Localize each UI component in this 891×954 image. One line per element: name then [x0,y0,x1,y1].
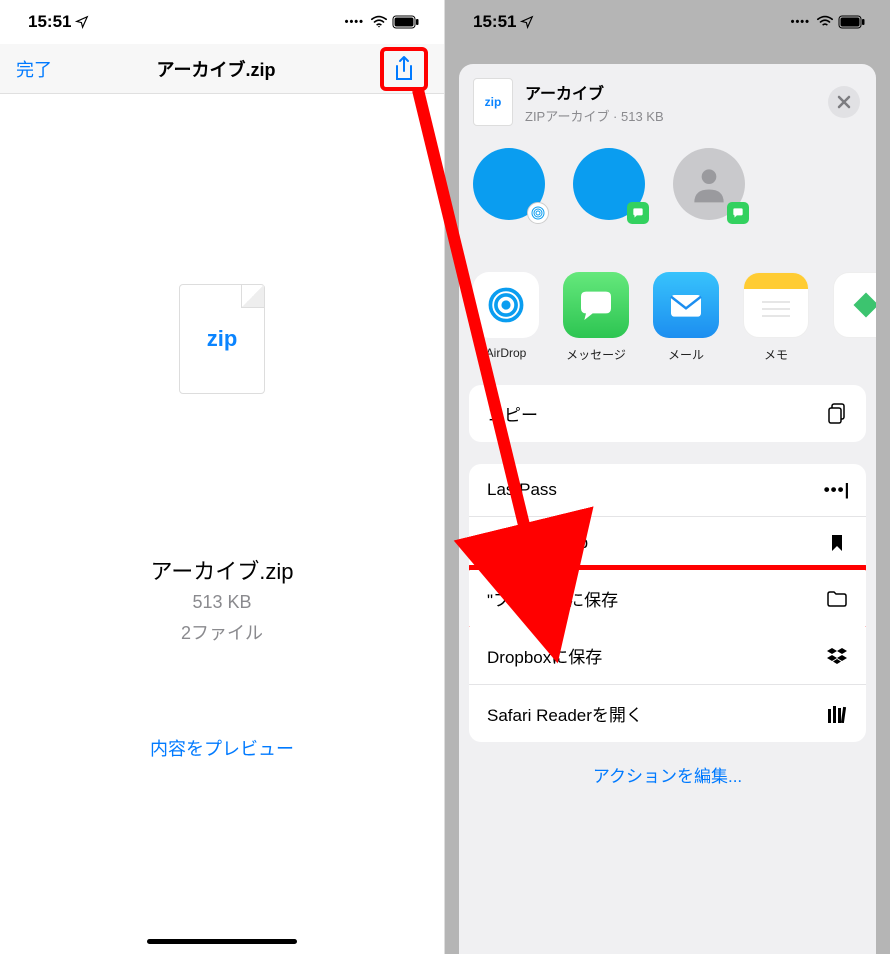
messages-badge-icon [627,202,649,224]
memo-icon [743,272,809,338]
done-button[interactable]: 完了 [16,56,52,82]
sheet-title: アーカイブ [525,80,664,104]
location-icon [75,15,89,29]
action-save-files-highlight[interactable]: "ファイル"に保存 [469,565,866,632]
folder-icon [826,591,848,607]
status-time: 15:51 [473,12,516,32]
action-group-main: LastPass •••| Save in Keep "ファイル"に保存 Dro… [469,464,866,742]
messages-icon [563,272,629,338]
close-button[interactable] [828,86,860,118]
contacts-row [459,140,876,224]
battery-icon [838,15,866,29]
status-time: 15:51 [28,12,71,32]
status-bar: 15:51 •••• [445,0,890,44]
share-sheet: zip アーカイブ ZIPアーカイブ · 513 KB [459,64,876,954]
extra-app-icon [833,272,876,338]
copy-icon [826,403,848,425]
action-group-copy: コピー [469,385,866,442]
file-body: zip アーカイブ.zip 513 KB 2ファイル 内容をプレビュー [0,94,444,761]
home-indicator[interactable] [147,939,297,944]
app-extra[interactable] [833,272,876,363]
action-safari-reader[interactable]: Safari Readerを開く [469,685,866,742]
app-messages[interactable]: メッセージ [563,272,629,363]
airdrop-badge-icon [527,202,549,224]
share-icon[interactable] [392,55,416,83]
file-count: 2ファイル [181,619,263,645]
wifi-icon [370,15,388,29]
person-icon [687,162,731,206]
bookmark-icon [826,534,848,552]
reader-icon [826,705,848,723]
nav-title: アーカイブ.zip [157,56,276,82]
messages-badge-icon [727,202,749,224]
action-label: LastPass [487,480,557,500]
zip-icon-label: zip [207,326,238,352]
action-copy[interactable]: コピー [469,385,866,442]
sheet-header: zip アーカイブ ZIPアーカイブ · 513 KB [459,64,876,140]
mail-icon [653,272,719,338]
wifi-icon [816,15,834,29]
app-label: AirDrop [486,346,527,360]
cell-dots-icon: •••• [791,16,810,28]
dropbox-icon [826,647,848,665]
zip-file-icon: zip [179,284,265,394]
nav-bar: 完了 アーカイブ.zip [0,44,444,94]
edit-actions-link[interactable]: アクションを編集... [459,742,876,807]
lastpass-icon: •••| [826,480,848,500]
zip-thumb-icon: zip [473,78,513,126]
action-label: Save in Keep [487,533,588,553]
app-label: メモ [764,346,788,363]
status-bar: 15:51 •••• [0,0,444,44]
apps-row: AirDrop メッセージ メール メモ [459,224,876,373]
action-label: "ファイル"に保存 [487,586,618,611]
contact-avatar[interactable] [673,148,745,220]
action-dropbox[interactable]: Dropboxに保存 [469,627,866,685]
screen-file-preview: 15:51 •••• 完了 アーカイブ.zip zip アーカイブ.zip 51… [0,0,445,954]
battery-icon [392,15,420,29]
sheet-subtitle: ZIPアーカイブ · 513 KB [525,106,664,125]
app-airdrop[interactable]: AirDrop [473,272,539,363]
preview-link[interactable]: 内容をプレビュー [150,735,294,761]
file-size: 513 KB [192,592,251,613]
screen-share-sheet: 15:51 •••• zip アーカイブ ZIPアーカイブ · 513 KB [445,0,890,954]
app-label: メッセージ [566,346,626,363]
app-memo[interactable]: メモ [743,272,809,363]
action-label: Safari Readerを開く [487,701,643,726]
cell-dots-icon: •••• [345,16,364,28]
app-mail[interactable]: メール [653,272,719,363]
contact-avatar[interactable] [573,148,645,220]
action-label: Dropboxに保存 [487,643,602,668]
action-keep[interactable]: Save in Keep [469,517,866,570]
app-label: メール [668,346,704,363]
location-icon [520,15,534,29]
contact-avatar[interactable] [473,148,545,220]
close-icon [837,95,851,109]
share-button-highlight [380,47,428,91]
action-label: コピー [487,401,538,426]
action-lastpass[interactable]: LastPass •••| [469,464,866,517]
airdrop-icon [473,272,539,338]
file-name: アーカイブ.zip [151,554,294,586]
